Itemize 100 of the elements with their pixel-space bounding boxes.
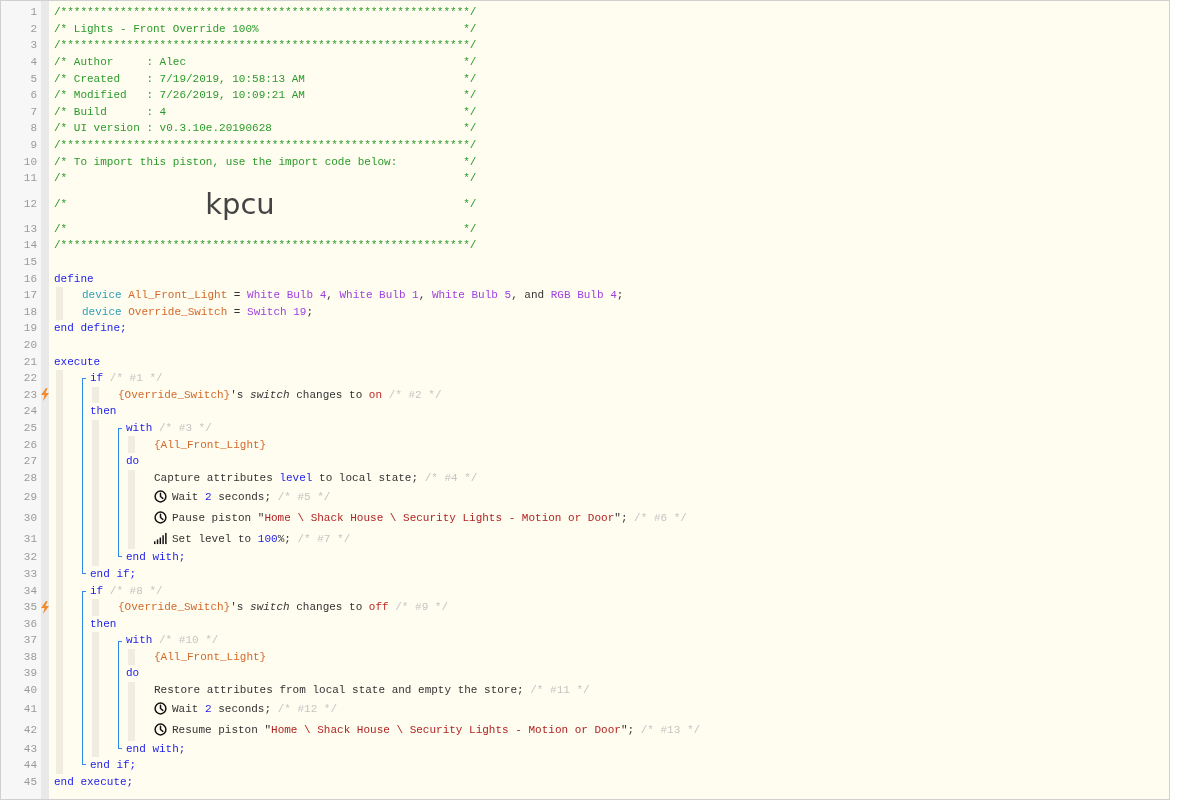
comment: /* UI version : v0.3.10e.20190628 bbox=[54, 122, 272, 135]
comment: */ bbox=[463, 197, 477, 210]
number-literal: 2 bbox=[205, 490, 212, 503]
comment: /* Lights - Front Override 100% bbox=[54, 22, 259, 35]
line-number: 7 bbox=[29, 105, 38, 118]
comment: /**************************************************************/ bbox=[54, 239, 477, 252]
line-number: 36 bbox=[22, 617, 38, 630]
keyword: do bbox=[126, 455, 140, 468]
string-literal: Home \ Shack House \ Security Lights - Motion or Door bbox=[271, 723, 621, 736]
comment: /* #7 */ bbox=[297, 532, 351, 545]
line-number: 15 bbox=[22, 256, 38, 268]
line-number: 41 bbox=[22, 702, 38, 715]
line-number: 23 bbox=[22, 388, 38, 401]
variable-name: {All_Front_Light} bbox=[154, 650, 267, 663]
device-name: Switch 19 bbox=[247, 305, 307, 318]
line-number: 8 bbox=[29, 122, 38, 135]
line-number: 22 bbox=[22, 372, 38, 385]
comment: /* #5 */ bbox=[277, 490, 331, 503]
code-text: changes to bbox=[295, 388, 364, 401]
variable-name: Override_Switch bbox=[128, 305, 228, 318]
import-code: kpcu bbox=[205, 186, 275, 221]
code-text: Wait bbox=[172, 490, 200, 503]
comment: */ bbox=[463, 105, 477, 118]
code-text: Capture attributes bbox=[154, 471, 274, 484]
keyword: then bbox=[90, 405, 117, 418]
keyword: device bbox=[82, 289, 123, 302]
lightning-icon bbox=[41, 388, 49, 402]
comment: /**************************************************************/ bbox=[54, 139, 477, 152]
signal-bars-icon bbox=[154, 532, 167, 546]
keyword: end with; bbox=[126, 742, 186, 755]
line-number: 24 bbox=[22, 405, 38, 418]
clock-icon bbox=[154, 490, 167, 504]
line-number: 19 bbox=[22, 322, 38, 335]
code-text: switch bbox=[250, 601, 290, 614]
device-name: White Bulb 5 bbox=[431, 289, 512, 302]
comment: */ bbox=[463, 155, 477, 168]
comment: /* #11 */ bbox=[530, 684, 590, 697]
line-number: 13 bbox=[22, 222, 38, 235]
comment: */ bbox=[463, 89, 477, 102]
line-number: 9 bbox=[29, 139, 38, 152]
line-number: 26 bbox=[22, 438, 38, 451]
line-number: 34 bbox=[22, 584, 38, 597]
keyword: with bbox=[126, 421, 154, 434]
code-text: Resume piston " bbox=[172, 723, 272, 736]
line-number: 5 bbox=[29, 72, 38, 85]
comment: /**************************************************************/ bbox=[54, 39, 477, 52]
code-text: "; bbox=[614, 511, 629, 524]
keyword: end define; bbox=[54, 322, 127, 335]
code-text: Wait bbox=[172, 702, 200, 715]
code-text: , and bbox=[511, 289, 546, 302]
line-number: 17 bbox=[22, 289, 38, 302]
comment: /* Build : 4 bbox=[54, 105, 167, 118]
line-number: 11 bbox=[22, 172, 38, 185]
line-number: 35 bbox=[22, 601, 38, 614]
variable-name: {All_Front_Light} bbox=[154, 438, 267, 451]
keyword: level bbox=[279, 471, 313, 484]
line-number: 39 bbox=[22, 667, 38, 680]
line-number: 1 bbox=[29, 6, 38, 19]
comment: /* bbox=[54, 197, 68, 210]
code-text: 's bbox=[230, 388, 245, 401]
code-text: , bbox=[326, 289, 334, 302]
comment: /* Modified : 7/26/2019, 10:09:21 AM bbox=[54, 89, 305, 102]
code-text: "; bbox=[620, 723, 636, 736]
keyword: end if; bbox=[90, 759, 137, 772]
comment: /* bbox=[54, 222, 68, 235]
code-text: ; bbox=[306, 305, 314, 318]
string-literal: Home \ Shack House \ Security Lights - Motion or Door bbox=[264, 511, 615, 524]
clock-icon bbox=[154, 723, 167, 737]
line-number: 21 bbox=[22, 355, 38, 368]
code-text: 's bbox=[230, 601, 245, 614]
line-number: 42 bbox=[22, 723, 38, 736]
code-text: seconds; bbox=[217, 702, 273, 715]
line-number: 20 bbox=[22, 339, 38, 351]
code-text: to local state; bbox=[318, 471, 420, 484]
line-number: 40 bbox=[22, 684, 38, 697]
keyword: if bbox=[90, 372, 105, 385]
line-number: 33 bbox=[22, 567, 38, 580]
keyword: with bbox=[126, 634, 154, 647]
keyword: end execute; bbox=[54, 775, 134, 788]
code-text: Restore attributes from local state and empty the store; bbox=[154, 684, 525, 697]
comment: /* #12 */ bbox=[277, 702, 338, 715]
comment: */ bbox=[463, 72, 477, 85]
code-text: seconds; bbox=[217, 490, 273, 503]
comment: /* #10 */ bbox=[159, 634, 219, 647]
lightning-icon bbox=[41, 600, 49, 614]
keyword: do bbox=[126, 667, 140, 680]
line-number: 43 bbox=[22, 742, 38, 755]
comment: /* #13 */ bbox=[640, 723, 701, 736]
code-text: Set level to bbox=[172, 532, 253, 545]
line-number: 37 bbox=[22, 634, 38, 647]
line-number: 10 bbox=[22, 155, 38, 168]
comment: /* #8 */ bbox=[109, 584, 163, 597]
line-number: 45 bbox=[22, 775, 38, 788]
code-text: , bbox=[418, 289, 427, 302]
keyword: then bbox=[90, 617, 117, 630]
comment: */ bbox=[463, 222, 477, 235]
keyword: end with; bbox=[126, 551, 186, 564]
line-number: 44 bbox=[22, 759, 38, 772]
keyword: execute bbox=[54, 355, 101, 368]
line-number: 2 bbox=[29, 22, 38, 35]
